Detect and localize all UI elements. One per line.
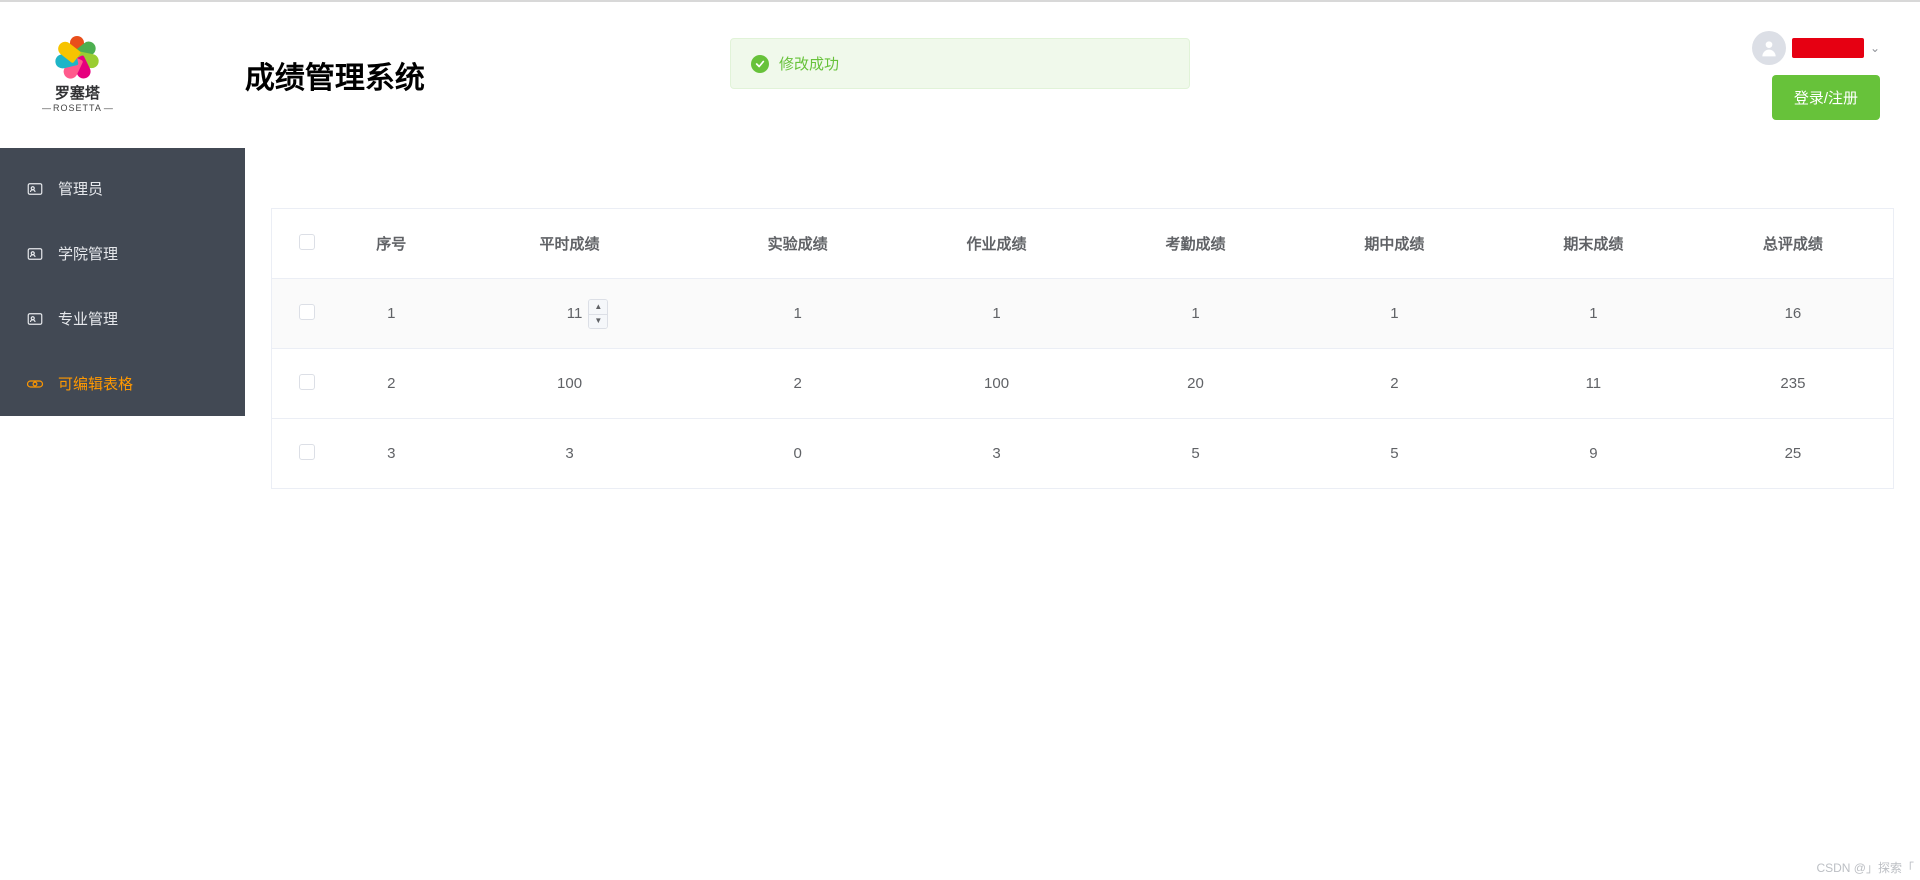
user-card-icon <box>26 180 44 198</box>
cell-final[interactable]: 11 <box>1494 349 1693 419</box>
sidebar-item-label: 专业管理 <box>58 308 118 329</box>
cell-hw[interactable]: 1 <box>897 279 1096 349</box>
table-row: 3 3 0 3 5 5 9 25 <box>272 419 1894 489</box>
table-row: 1 11 ▲ ▼ 1 1 1 1 1 <box>272 279 1894 349</box>
cell-exp[interactable]: 2 <box>698 349 897 419</box>
sidebar-item-label: 管理员 <box>58 178 103 199</box>
col-hw: 作业成绩 <box>897 209 1096 279</box>
cell-mid[interactable]: 5 <box>1295 419 1494 489</box>
table-header-row: 序号 平时成绩 实验成绩 作业成绩 考勤成绩 期中成绩 期末成绩 总评成绩 <box>272 209 1894 279</box>
cell-usual-editing[interactable]: 11 ▲ ▼ <box>441 279 698 349</box>
col-final: 期末成绩 <box>1494 209 1693 279</box>
col-usual: 平时成绩 <box>441 209 698 279</box>
col-index: 序号 <box>342 209 441 279</box>
step-down-button[interactable]: ▼ <box>589 314 607 328</box>
avatar-icon <box>1752 31 1786 65</box>
user-card-icon <box>26 245 44 263</box>
sidebar-item-label: 可编辑表格 <box>58 373 133 394</box>
col-exp: 实验成绩 <box>698 209 897 279</box>
scores-table: 序号 平时成绩 实验成绩 作业成绩 考勤成绩 期中成绩 期末成绩 总评成绩 1 <box>271 208 1894 489</box>
cell-att[interactable]: 1 <box>1096 279 1295 349</box>
usual-value: 11 <box>567 305 583 322</box>
cell-exp[interactable]: 0 <box>698 419 897 489</box>
success-toast: 修改成功 <box>730 38 1190 89</box>
app-header: 罗塞塔 ROSETTA 成绩管理系统 修改成功 ⌄ 登录/注册 <box>0 0 1920 148</box>
cell-usual[interactable]: 3 <box>441 419 698 489</box>
cell-mid[interactable]: 2 <box>1295 349 1494 419</box>
eye-icon <box>26 375 44 393</box>
sidebar-item-admin[interactable]: 管理员 <box>0 156 245 221</box>
cell-final[interactable]: 1 <box>1494 279 1693 349</box>
step-up-button[interactable]: ▲ <box>589 300 607 314</box>
toast-message: 修改成功 <box>779 53 839 74</box>
cell-mid[interactable]: 1 <box>1295 279 1494 349</box>
user-dropdown[interactable]: ⌄ <box>1752 31 1880 65</box>
sidebar-item-label: 学院管理 <box>58 243 118 264</box>
col-total: 总评成绩 <box>1693 209 1894 279</box>
number-stepper: ▲ ▼ <box>588 299 608 329</box>
col-att: 考勤成绩 <box>1096 209 1295 279</box>
logo: 罗塞塔 ROSETTA <box>40 34 115 115</box>
col-mid: 期中成绩 <box>1295 209 1494 279</box>
logo-name: 罗塞塔 <box>55 86 100 101</box>
sidebar-item-editable-table[interactable]: 可编辑表格 <box>0 351 245 416</box>
cell-index: 2 <box>342 349 441 419</box>
row-checkbox[interactable] <box>299 304 315 320</box>
cell-hw[interactable]: 100 <box>897 349 1096 419</box>
main-content: 序号 平时成绩 实验成绩 作业成绩 考勤成绩 期中成绩 期末成绩 总评成绩 1 <box>245 148 1920 880</box>
cell-exp[interactable]: 1 <box>698 279 897 349</box>
cell-hw[interactable]: 3 <box>897 419 1096 489</box>
row-checkbox[interactable] <box>299 374 315 390</box>
cell-index: 3 <box>342 419 441 489</box>
sidebar-item-major[interactable]: 专业管理 <box>0 286 245 351</box>
chevron-down-icon: ⌄ <box>1870 41 1880 55</box>
cell-total: 25 <box>1693 419 1894 489</box>
row-checkbox[interactable] <box>299 444 315 460</box>
cell-index: 1 <box>342 279 441 349</box>
sidebar: 管理员 学院管理 专业管理 可编辑表格 <box>0 148 245 416</box>
username-badge <box>1792 38 1864 58</box>
cell-total: 16 <box>1693 279 1894 349</box>
logo-icon <box>53 34 101 82</box>
logo-subtitle: ROSETTA <box>40 101 115 115</box>
check-circle-icon <box>751 55 769 73</box>
login-register-button[interactable]: 登录/注册 <box>1772 75 1880 120</box>
cell-att[interactable]: 20 <box>1096 349 1295 419</box>
cell-final[interactable]: 9 <box>1494 419 1693 489</box>
cell-att[interactable]: 5 <box>1096 419 1295 489</box>
cell-total: 235 <box>1693 349 1894 419</box>
user-card-icon <box>26 310 44 328</box>
app-title: 成绩管理系统 <box>245 53 425 97</box>
cell-usual[interactable]: 100 <box>441 349 698 419</box>
sidebar-item-college[interactable]: 学院管理 <box>0 221 245 286</box>
user-area: ⌄ 登录/注册 <box>1752 31 1880 120</box>
select-all-checkbox[interactable] <box>299 234 315 250</box>
table-row: 2 100 2 100 20 2 11 235 <box>272 349 1894 419</box>
